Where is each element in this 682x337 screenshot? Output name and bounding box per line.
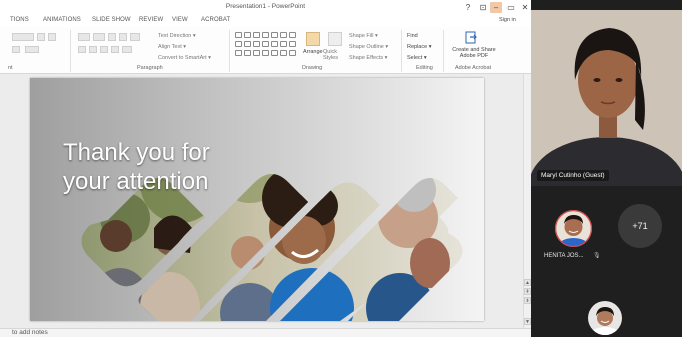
- change-case-icon[interactable]: [25, 46, 39, 53]
- create-pdf-icon[interactable]: [465, 31, 478, 44]
- group-separator: [443, 30, 444, 72]
- shape-outline-button[interactable]: Shape Outline ▾: [349, 44, 388, 50]
- select-button[interactable]: Select ▾: [407, 55, 427, 61]
- slide-title-line-2: your attention: [63, 168, 209, 195]
- participant-avatar[interactable]: [555, 210, 592, 247]
- slide-photo-collage: [81, 174, 463, 321]
- notes-placeholder: to add notes: [12, 329, 48, 336]
- participant-avatar[interactable]: [588, 301, 622, 335]
- meeting-participants-panel: Maryl Cutinho (Guest) HENITA JOS... 🎙︎ +…: [531, 0, 682, 337]
- increase-indent-icon[interactable]: [119, 33, 127, 41]
- line-spacing-icon[interactable]: [130, 33, 140, 41]
- sign-in-link[interactable]: Sign in: [499, 17, 516, 23]
- participant-name-label: HENITA JOS...: [544, 253, 584, 259]
- arrange-button[interactable]: Arrange: [303, 49, 323, 55]
- quick-styles-icon[interactable]: [328, 32, 342, 46]
- tab-acrobat[interactable]: ACROBAT: [201, 17, 230, 23]
- notes-pane[interactable]: to add notes: [0, 328, 531, 337]
- ribbon-display-options-button[interactable]: ⊡: [477, 2, 489, 13]
- next-slide-icon[interactable]: ⇟: [524, 297, 531, 304]
- align-center-icon[interactable]: [89, 46, 97, 53]
- tab-animations[interactable]: ANIMATIONS: [43, 17, 81, 23]
- powerpoint-window: Presentation1 - PowerPoint ? ⊡ – ▭ ✕ TIO…: [0, 0, 531, 337]
- close-button[interactable]: ✕: [519, 2, 531, 13]
- shrink-font-icon[interactable]: [48, 33, 56, 41]
- justify-icon[interactable]: [111, 46, 119, 53]
- tab-transitions[interactable]: TIONS: [10, 17, 29, 23]
- scroll-up-icon[interactable]: ▲: [524, 279, 531, 286]
- help-button[interactable]: ?: [462, 2, 474, 13]
- find-button[interactable]: Find: [407, 33, 418, 39]
- participant-avatar-image: [555, 210, 592, 247]
- quick-styles-button[interactable]: Quick Styles: [323, 49, 347, 61]
- numbering-icon[interactable]: [93, 33, 105, 41]
- presenter-name-label: Maryl Cutinho (Guest): [537, 170, 609, 181]
- presenter-video-feed: [531, 10, 682, 186]
- align-text-button[interactable]: Align Text ▾: [158, 44, 186, 50]
- drawing-group-label: Drawing: [302, 65, 323, 71]
- shape-effects-button[interactable]: Shape Effects ▾: [349, 55, 387, 61]
- align-right-icon[interactable]: [100, 46, 108, 53]
- font-color-icon[interactable]: [12, 46, 20, 53]
- previous-slide-icon[interactable]: ⇞: [524, 288, 531, 295]
- arrange-icon[interactable]: [306, 32, 320, 46]
- scroll-down-icon[interactable]: ▼: [524, 318, 531, 325]
- align-left-icon[interactable]: [78, 46, 86, 53]
- tab-slide-show[interactable]: SLIDE SHOW: [92, 17, 131, 23]
- grow-font-icon[interactable]: [37, 33, 45, 41]
- minimize-button[interactable]: –: [490, 2, 502, 13]
- tab-view[interactable]: VIEW: [172, 17, 188, 23]
- text-direction-button[interactable]: Text Direction ▾: [158, 33, 196, 39]
- create-share-pdf-button[interactable]: Create and Share Adobe PDF: [448, 47, 500, 59]
- more-participants-button[interactable]: +71: [618, 204, 662, 248]
- editing-group-label: Editing: [416, 65, 433, 71]
- bullets-icon[interactable]: [78, 33, 90, 41]
- window-title: Presentation1 - PowerPoint: [225, 3, 306, 10]
- font-group-label: nt: [8, 65, 13, 71]
- current-slide[interactable]: Thank you for your attention: [30, 78, 484, 321]
- mic-off-icon: 🎙︎: [593, 253, 601, 259]
- slide-title-line-1: Thank you for: [63, 139, 210, 166]
- paragraph-group-label: Paragraph: [137, 65, 163, 71]
- presenter-video[interactable]: [531, 10, 682, 186]
- tab-review[interactable]: REVIEW: [139, 17, 163, 23]
- shape-fill-button[interactable]: Shape Fill ▾: [349, 33, 378, 39]
- group-separator: [401, 30, 402, 72]
- columns-icon[interactable]: [122, 46, 132, 53]
- participant-avatar-image: [588, 301, 622, 335]
- ribbon-tabs: TIONS ANIMATIONS SLIDE SHOW REVIEW VIEW …: [0, 15, 531, 27]
- convert-smartart-button[interactable]: Convert to SmartArt ▾: [158, 55, 211, 61]
- replace-button[interactable]: Replace ▾: [407, 44, 431, 50]
- title-bar: Presentation1 - PowerPoint ? ⊡ – ▭ ✕: [0, 0, 531, 15]
- group-separator: [70, 30, 71, 72]
- group-separator: [229, 30, 230, 72]
- decrease-indent-icon[interactable]: [108, 33, 116, 41]
- ribbon: nt Text Direction ▾ Align Text ▾ Convert…: [0, 27, 531, 74]
- vertical-scrollbar[interactable]: ▲ ⇞ ⇟ ▼: [523, 74, 531, 328]
- font-size-dropdown[interactable]: [12, 33, 34, 41]
- acrobat-group-label: Adobe Acrobat: [455, 65, 492, 71]
- slide-title[interactable]: Thank you for your attention: [63, 138, 210, 196]
- maximize-button[interactable]: ▭: [505, 2, 517, 13]
